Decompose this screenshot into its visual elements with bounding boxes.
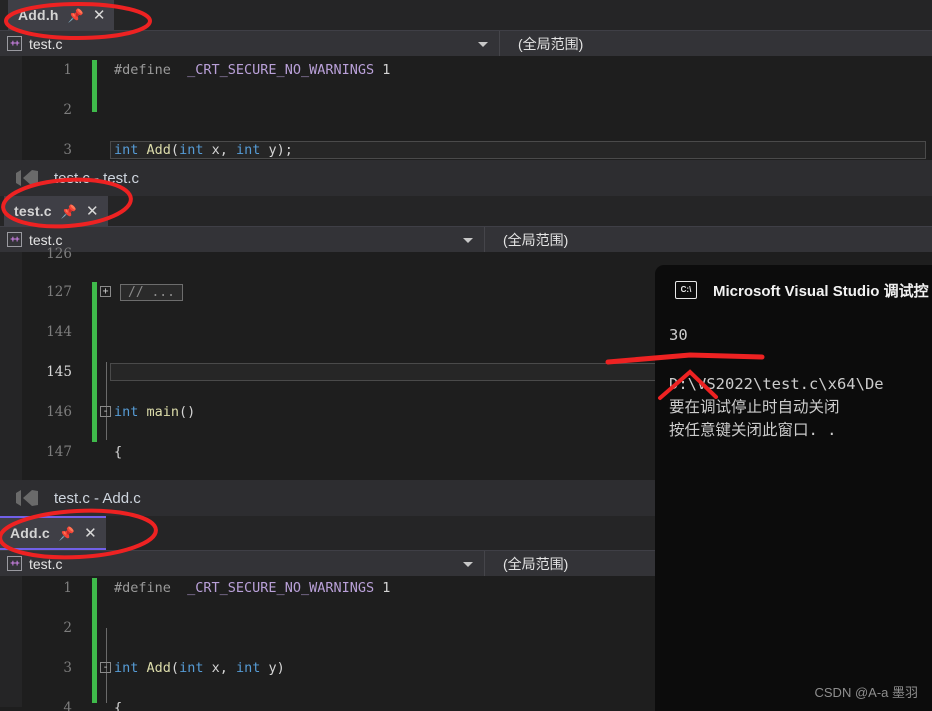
code-area-add-h[interactable]: 1 #define _CRT_SECURE_NO_WARNINGS 1 2 3 … xyxy=(0,56,932,160)
line-number: 2 xyxy=(63,102,72,118)
line-number: 1 xyxy=(63,62,72,78)
caption-title: test.c - test.c xyxy=(54,169,140,187)
scope-label: (全局范围) xyxy=(518,35,584,52)
tab-strip-test-c: test.c 📌 ✕ xyxy=(0,196,932,226)
screenshot-root: Add.h 📌 ✕ ++ test.c (全局范围) 1 #define _CR… xyxy=(0,0,932,711)
command-prompt-icon: C:\ xyxy=(675,281,697,299)
line-number: 145 xyxy=(46,364,72,380)
scope-label: (全局范围) xyxy=(503,555,569,572)
pin-icon[interactable]: 📌 xyxy=(61,205,77,218)
tab-test-c[interactable]: test.c 📌 ✕ xyxy=(4,196,108,226)
caption-title: test.c - Add.c xyxy=(54,489,141,507)
tab-label: Add.h xyxy=(18,7,59,23)
nav-file-label: test.c xyxy=(29,35,63,52)
line-number: 1 xyxy=(63,580,72,596)
file-dropdown[interactable]: ++ test.c xyxy=(0,550,485,577)
line-number: 4 xyxy=(63,700,72,711)
chevron-down-icon[interactable] xyxy=(478,41,488,47)
line-number: 3 xyxy=(63,142,72,158)
tab-strip-add-h: Add.h 📌 ✕ xyxy=(0,0,932,30)
debug-console-window[interactable]: C:\ Microsoft Visual Studio 调试控 30 D:\VS… xyxy=(655,265,932,711)
code-line: 3 int Add(int x, int y); xyxy=(0,140,932,160)
fold-collapse-icon[interactable]: - xyxy=(100,406,111,417)
cpp-file-icon: ++ xyxy=(7,556,22,571)
line-text: { xyxy=(114,444,123,460)
nav-bar-add-h: ++ test.c (全局范围) xyxy=(0,30,932,57)
line-number: 127 xyxy=(46,284,72,300)
line-text: { xyxy=(114,700,123,711)
fold-expand-icon[interactable]: + xyxy=(100,286,111,297)
nav-file-label: test.c xyxy=(29,555,63,572)
console-title-bar: C:\ Microsoft Visual Studio 调试控 xyxy=(655,265,932,315)
console-output: 30 D:\VS2022\test.c\x64\De 要在调试停止时自动关闭 按… xyxy=(655,315,932,442)
line-number: 146 xyxy=(46,404,72,420)
cpp-file-icon: ++ xyxy=(7,36,22,51)
line-number: 3 xyxy=(63,660,72,676)
line-text: int Add(int x, int y); xyxy=(114,142,293,158)
tab-label: test.c xyxy=(14,203,52,219)
watermark: CSDN @A-a 墨羽 xyxy=(814,685,919,700)
console-line: D:\VS2022\test.c\x64\De xyxy=(669,375,884,393)
console-title-text: Microsoft Visual Studio 调试控 xyxy=(713,282,929,300)
line-text: int main() xyxy=(114,404,196,420)
tab-label: Add.c xyxy=(10,525,50,541)
console-line: 按任意键关闭此窗口. . xyxy=(669,421,837,439)
visual-studio-logo-icon xyxy=(16,490,38,506)
close-icon[interactable]: ✕ xyxy=(84,526,97,541)
line-number: 2 xyxy=(63,620,72,636)
visual-studio-logo-icon xyxy=(16,170,38,186)
line-text: int Add(int x, int y) xyxy=(114,660,285,676)
editor-panel-add-h: Add.h 📌 ✕ ++ test.c (全局范围) 1 #define _CR… xyxy=(0,0,932,160)
line-number: 147 xyxy=(46,444,72,460)
code-line: 126 xyxy=(0,244,932,264)
collapsed-region[interactable]: // ... xyxy=(120,284,183,301)
code-line: 1 #define _CRT_SECURE_NO_WARNINGS 1 xyxy=(0,60,932,80)
tab-add-c[interactable]: Add.c 📌 ✕ xyxy=(0,516,106,550)
fold-collapse-icon[interactable]: - xyxy=(100,662,111,673)
window-caption-test-c: test.c - test.c xyxy=(0,160,932,196)
line-text: #define _CRT_SECURE_NO_WARNINGS 1 xyxy=(114,62,391,78)
pin-icon[interactable]: 📌 xyxy=(68,9,84,22)
console-line: 要在调试停止时自动关闭 xyxy=(669,398,840,416)
close-icon[interactable]: ✕ xyxy=(86,204,99,219)
chevron-down-icon[interactable] xyxy=(463,561,473,567)
code-line: 2 xyxy=(0,100,932,120)
line-number: 126 xyxy=(46,246,72,262)
console-line: 30 xyxy=(669,326,688,344)
file-dropdown[interactable]: ++ test.c xyxy=(0,30,500,57)
line-number: 144 xyxy=(46,324,72,340)
close-icon[interactable]: ✕ xyxy=(93,8,106,23)
line-text: #define _CRT_SECURE_NO_WARNINGS 1 xyxy=(114,580,391,596)
tab-add-h[interactable]: Add.h 📌 ✕ xyxy=(8,0,115,30)
pin-icon[interactable]: 📌 xyxy=(59,527,75,540)
chevron-down-icon[interactable] xyxy=(463,237,473,243)
